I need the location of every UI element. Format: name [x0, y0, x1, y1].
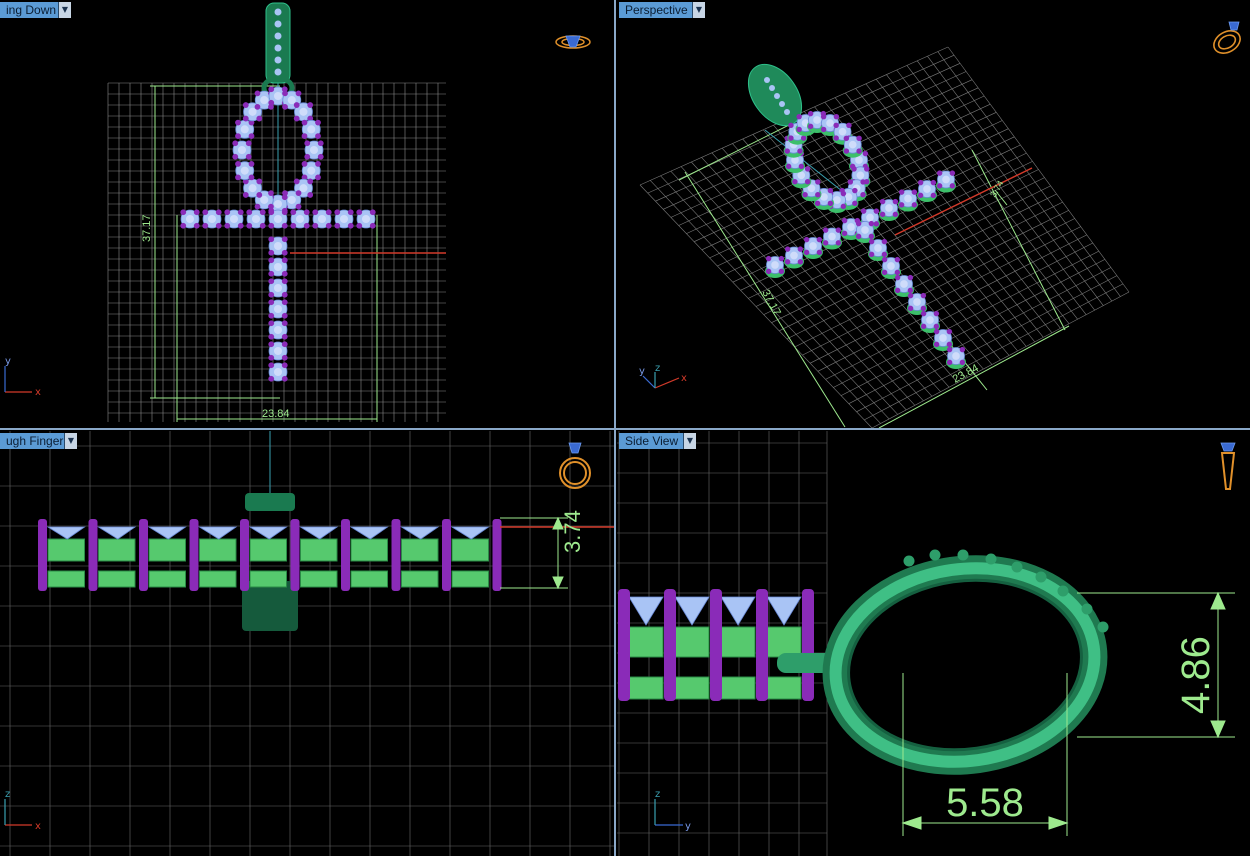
svg-text:y: y [685, 821, 691, 832]
axis-indicator: y z x [639, 363, 687, 389]
dim-height-label: 37.17 [141, 214, 153, 242]
dim-width-label: 5.58 [946, 781, 1024, 825]
viewport-divider-vertical[interactable] [614, 0, 616, 856]
bail-front [242, 493, 298, 631]
svg-text:z: z [655, 789, 660, 800]
viewport-side-view[interactable]: 4.86 5.58 z y Side View ▼ [617, 431, 1250, 856]
viewport-menu-arrow[interactable]: ▼ [683, 433, 696, 449]
dim-width-label: 23.84 [262, 408, 290, 420]
dimension-lines [678, 115, 1070, 428]
viewport-label[interactable]: Side View [619, 433, 685, 449]
perspective-grid [639, 46, 1130, 428]
side-view-canvas: 4.86 5.58 z y [617, 431, 1236, 856]
through-finger-canvas: 3.74 z x [0, 431, 614, 856]
axis-indicator: z x [4, 789, 41, 832]
svg-text:z: z [655, 363, 660, 374]
viewport-menu-arrow[interactable]: ▼ [692, 2, 705, 18]
ring-perspective-icon[interactable] [1210, 21, 1244, 58]
viewport-through-finger[interactable]: 3.74 z x ugh Finger ▼ [0, 431, 614, 856]
viewport-label[interactable]: ing Down [0, 2, 63, 18]
svg-text:x: x [35, 821, 41, 832]
ring-side-view-icon[interactable] [1220, 442, 1236, 490]
dimension-lines [150, 85, 378, 422]
dim-height-label: 37.17 [759, 288, 783, 318]
dim-depth-label: 3.74 [560, 510, 585, 553]
ring-top-view-icon[interactable] [555, 35, 591, 49]
stone-row-side [38, 519, 502, 591]
axis-indicator: y x [4, 356, 41, 398]
viewport-label[interactable]: Perspective [619, 2, 694, 18]
perspective-canvas: 37.17 23.84 3.74 y z x [639, 21, 1244, 428]
viewport-label[interactable]: ugh Finger [0, 433, 70, 449]
viewport-looking-down[interactable]: 37.17 23.84 y x ing Down ▼ [0, 0, 614, 428]
viewport-menu-arrow[interactable]: ▼ [58, 2, 71, 18]
dim-height-label: 4.86 [1174, 636, 1218, 714]
svg-text:x: x [35, 387, 41, 398]
looking-down-canvas: 37.17 23.84 y x [4, 2, 591, 422]
viewport-perspective[interactable]: 37.17 23.84 3.74 y z x Perspective ▼ [617, 0, 1250, 428]
svg-text:z: z [5, 789, 10, 800]
ring-through-finger-icon[interactable] [559, 442, 591, 489]
dimension-lines [500, 516, 568, 590]
svg-text:y: y [639, 366, 645, 377]
viewport-divider-horizontal[interactable] [0, 428, 1250, 430]
svg-text:x: x [681, 373, 687, 384]
svg-text:y: y [5, 356, 11, 367]
construction-grid [0, 431, 614, 856]
stone-row-side [618, 589, 814, 701]
axis-indicator: z y [654, 789, 691, 832]
viewport-menu-arrow[interactable]: ▼ [64, 433, 77, 449]
